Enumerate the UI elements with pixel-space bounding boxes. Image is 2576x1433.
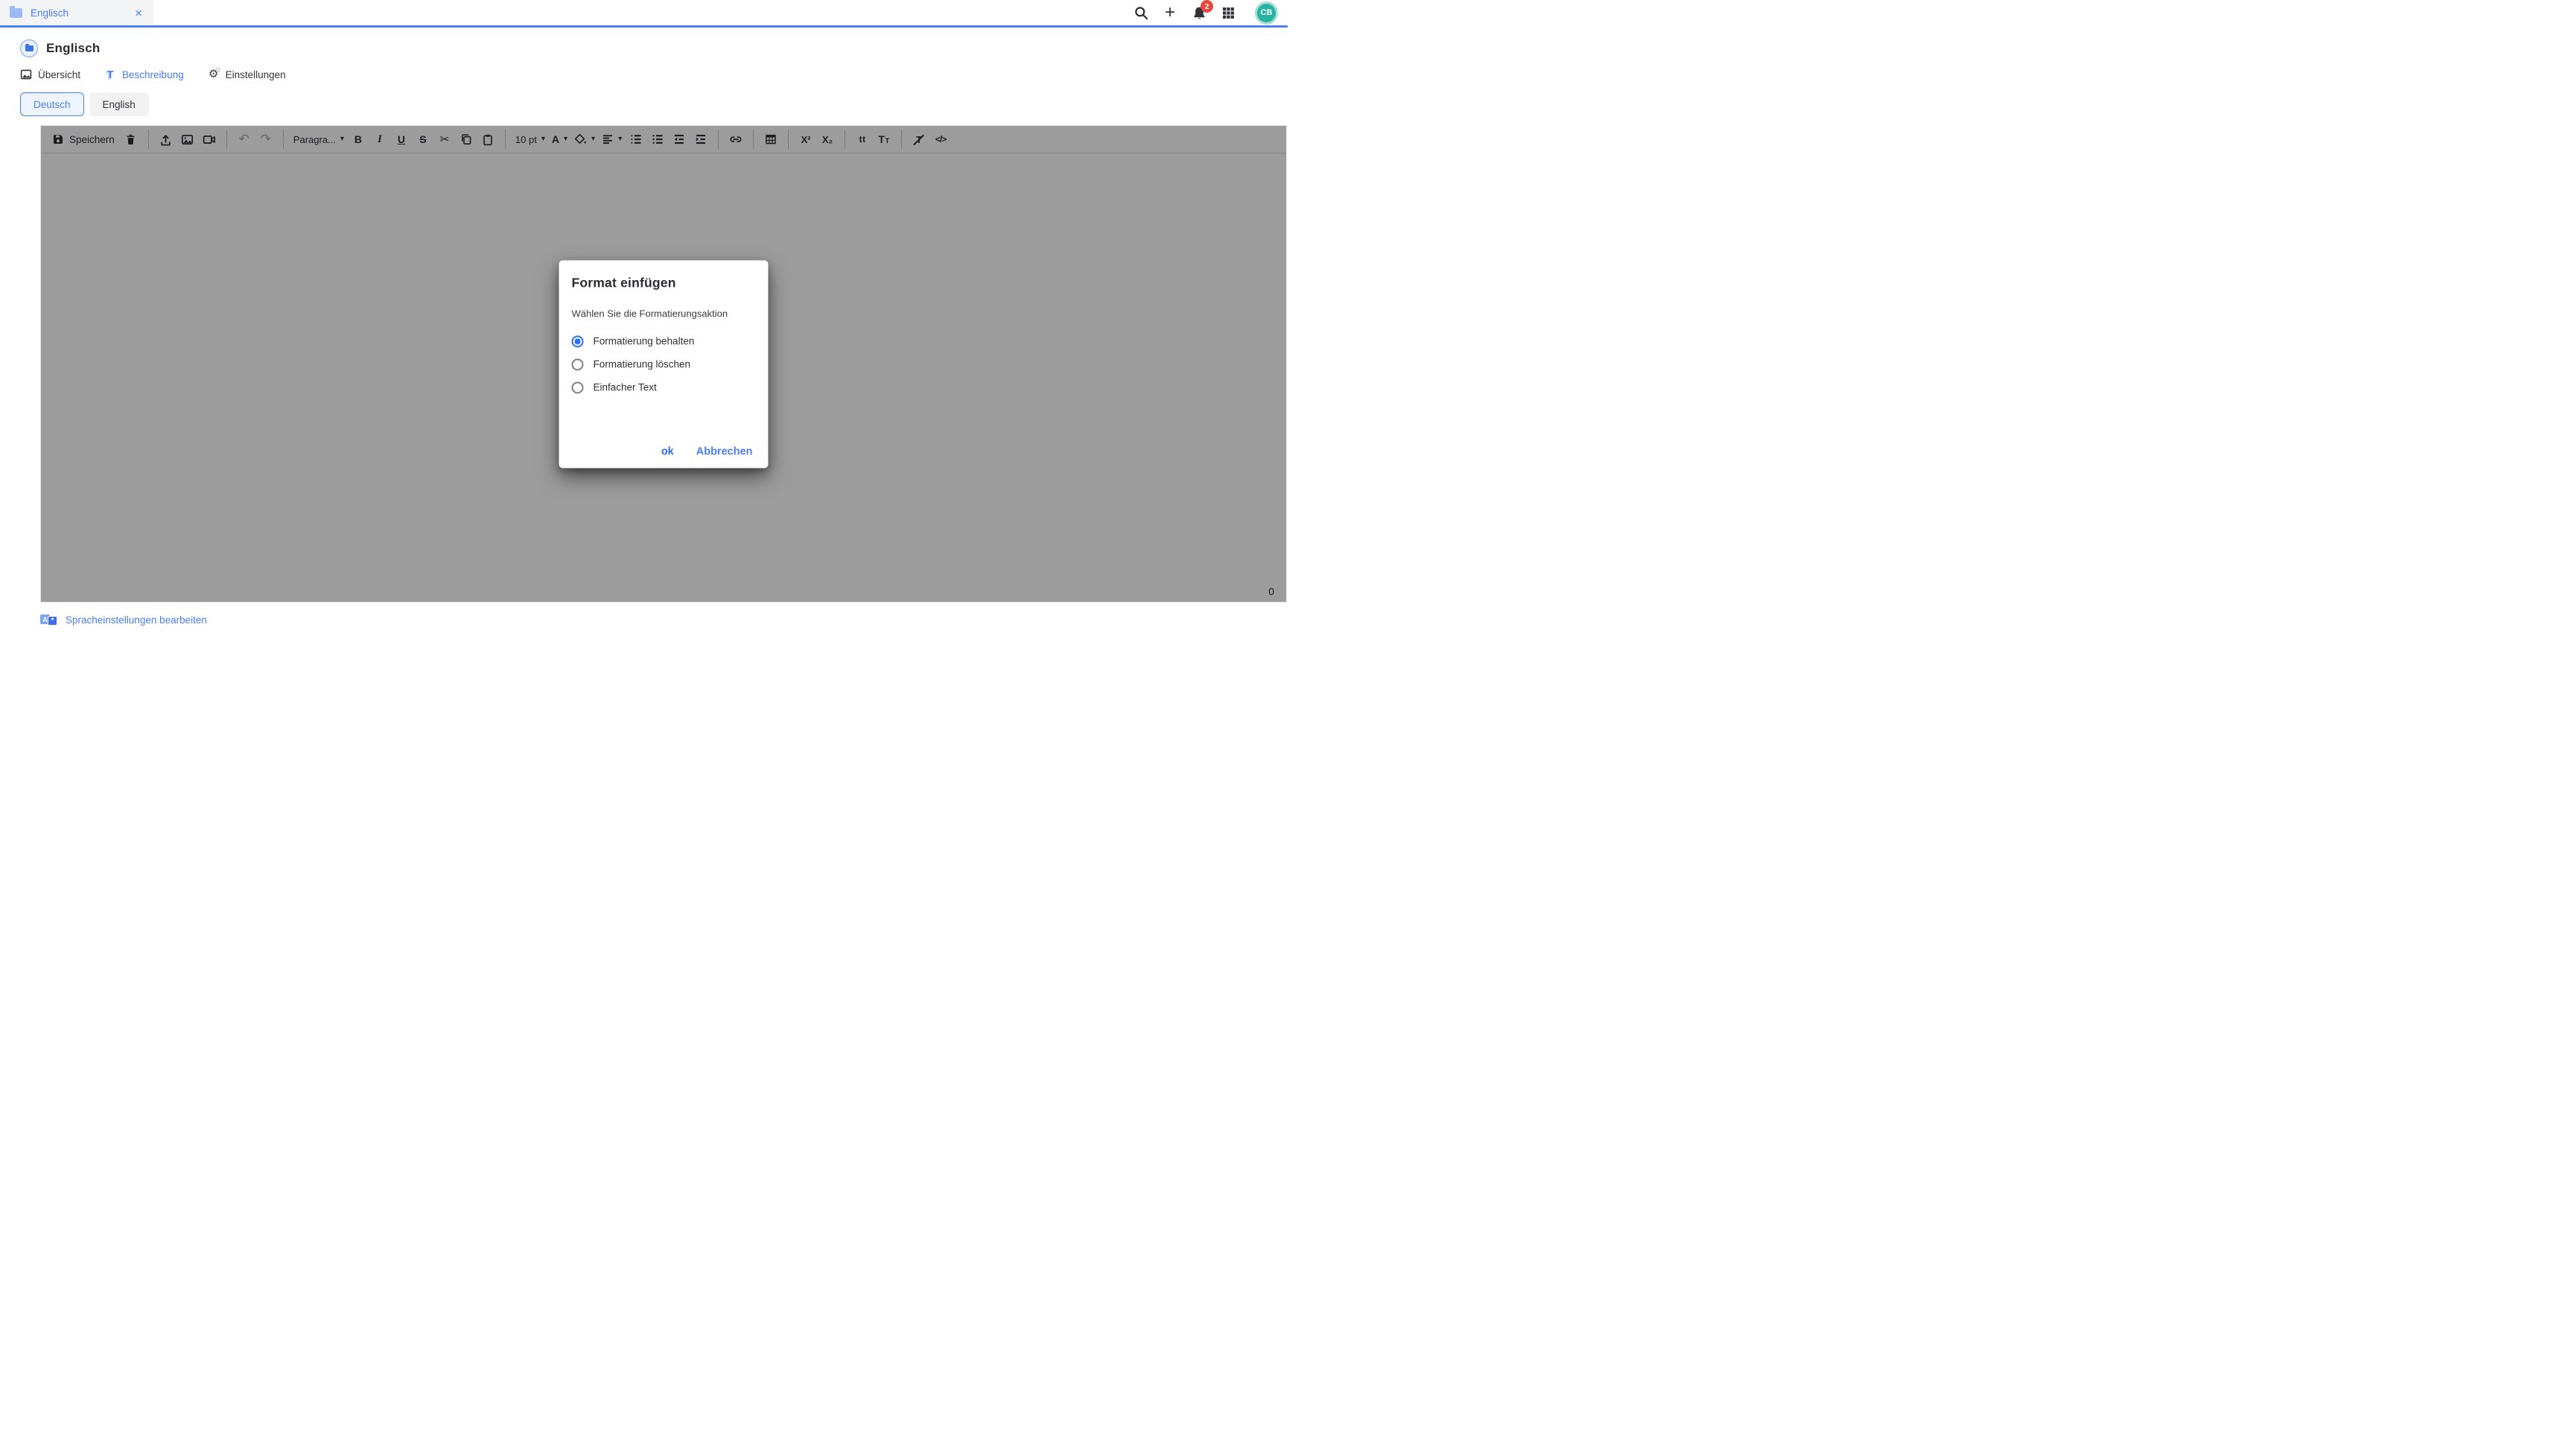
translate-icon: A * (40, 614, 58, 626)
topbar-actions: + 2 CB (1133, 0, 1276, 25)
tab-label: Beschreibung (122, 69, 184, 80)
gear-icon: ⚙ ⚙ (208, 69, 220, 80)
user-avatar[interactable]: CB (1257, 4, 1276, 22)
title-row: Englisch (20, 39, 1288, 57)
tab-label: Einstellungen (226, 69, 286, 80)
notification-badge: 2 (1200, 0, 1213, 13)
close-icon[interactable]: × (133, 7, 144, 19)
option-einfacher-text[interactable]: Einfacher Text (572, 381, 755, 393)
tab-label: Übersicht (38, 69, 80, 80)
language-button-english[interactable]: English (89, 92, 149, 116)
dialog-title: Format einfügen (572, 275, 755, 290)
section-tabs: Übersicht T Beschreibung ⚙ ⚙ Einstellung… (20, 69, 1288, 80)
page-title: Englisch (46, 41, 100, 56)
folder-badge-icon (20, 39, 38, 57)
rich-text-editor: Speichern (40, 125, 1287, 603)
top-bar: Englisch × + 2 CB (0, 0, 1288, 28)
ok-button[interactable]: ok (661, 445, 674, 457)
tab-uebersicht[interactable]: Übersicht (20, 69, 80, 80)
format-paste-dialog: Format einfügen Wählen Sie die Formatier… (559, 260, 769, 468)
page-content: Englisch Übersicht T Beschreibung ⚙ ⚙ Ei… (0, 39, 1288, 626)
tab-label: Englisch (31, 7, 125, 19)
cancel-button[interactable]: Abbrechen (696, 445, 753, 457)
notifications-bell-icon[interactable]: 2 (1192, 5, 1206, 20)
dialog-actions: ok Abbrechen (661, 445, 753, 457)
tab-einstellungen[interactable]: ⚙ ⚙ Einstellungen (208, 69, 286, 80)
search-icon[interactable] (1133, 5, 1148, 20)
radio-icon[interactable] (572, 335, 584, 347)
option-formatierung-behalten[interactable]: Formatierung behalten (572, 335, 755, 347)
language-switcher: Deutsch English (20, 92, 1288, 116)
apps-grid-icon[interactable] (1221, 5, 1235, 20)
language-settings-link[interactable]: A * Spracheinstellungen bearbeiten (40, 614, 1288, 626)
language-button-deutsch[interactable]: Deutsch (20, 92, 84, 116)
open-tab-englisch[interactable]: Englisch × (0, 0, 153, 25)
chart-image-icon (20, 69, 32, 80)
tab-beschreibung[interactable]: T Beschreibung (104, 69, 184, 80)
add-icon[interactable]: + (1163, 5, 1177, 20)
dialog-subtitle: Wählen Sie die Formatierungsaktion (572, 308, 755, 319)
radio-icon[interactable] (572, 358, 584, 370)
text-format-icon: T (104, 69, 116, 80)
format-options: Formatierung behalten Formatierung lösch… (572, 335, 755, 393)
radio-icon[interactable] (572, 381, 584, 393)
folder-icon (10, 8, 22, 18)
option-formatierung-loeschen[interactable]: Formatierung löschen (572, 358, 755, 370)
